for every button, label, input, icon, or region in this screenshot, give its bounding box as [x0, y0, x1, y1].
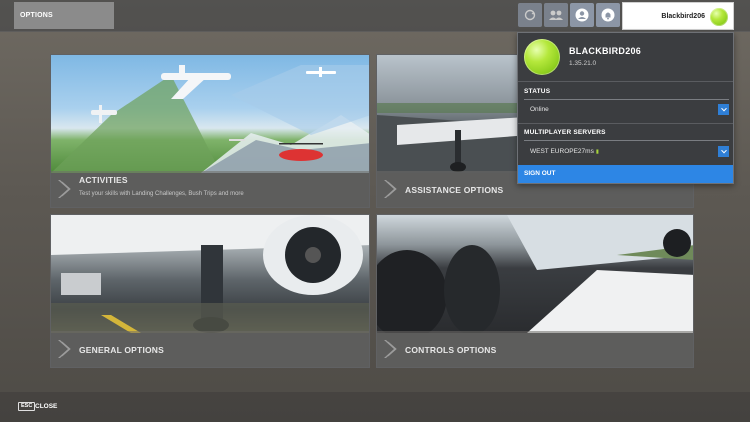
divider: [518, 123, 733, 124]
controls-options-card[interactable]: CONTROLS OPTIONS: [376, 214, 694, 368]
esc-key-icon: ESC: [18, 402, 36, 411]
avatar: [710, 8, 728, 26]
general-image: [51, 215, 369, 333]
assistance-label: ASSISTANCE OPTIONS: [405, 185, 504, 195]
chevron-down-icon[interactable]: [718, 146, 729, 157]
activities-description: Test your skills with Landing Challenges…: [79, 191, 244, 197]
page-title: OPTIONS: [14, 2, 114, 29]
close-button[interactable]: CLOSE: [35, 402, 57, 411]
user-name: Blackbird206: [661, 13, 705, 20]
server-value: WEST EUROPE27ms ▮: [530, 144, 599, 160]
refresh-icon[interactable]: [518, 3, 542, 27]
activities-image: [51, 55, 369, 173]
chevron-right-icon: [384, 180, 397, 198]
panel-avatar: [524, 39, 560, 75]
divider: [518, 81, 733, 82]
profile-glyph: [575, 8, 589, 22]
status-dropdown[interactable]: Online: [524, 102, 729, 117]
user-profile-button[interactable]: Blackbird206: [622, 2, 734, 30]
status-heading: STATUS: [524, 88, 551, 95]
server-name: WEST EUROPE: [530, 148, 578, 155]
chevron-right-icon: [384, 340, 397, 358]
divider: [524, 99, 729, 100]
sign-out-button[interactable]: SIGN OUT: [518, 165, 733, 183]
app-version: 1.35.21.0: [569, 60, 597, 67]
chevron-right-icon: [58, 340, 71, 358]
bell-glyph: [601, 8, 615, 22]
controls-image: [377, 215, 693, 340]
multiplayer-servers-heading: MULTIPLAYER SERVERS: [524, 129, 606, 136]
friends-glyph: [549, 10, 563, 20]
status-value: Online: [530, 106, 549, 113]
notifications-icon[interactable]: [596, 3, 620, 27]
general-label: GENERAL OPTIONS: [79, 345, 165, 355]
activities-card[interactable]: ACTIVITIES Test your skills with Landing…: [50, 54, 370, 208]
top-bar: OPTIONS Blackbird206: [0, 0, 750, 32]
chevron-right-icon: [58, 180, 71, 198]
activities-label: ACTIVITIES: [79, 175, 128, 185]
divider: [524, 140, 729, 141]
refresh-glyph: [524, 9, 536, 21]
airliner-engine-scene: [51, 215, 369, 333]
aircraft-collage: [51, 65, 369, 173]
server-dropdown[interactable]: WEST EUROPE27ms ▮: [524, 144, 729, 159]
chevron-down-icon[interactable]: [718, 104, 729, 115]
signal-icon: ▮: [595, 149, 599, 155]
server-ping: 27ms: [577, 148, 594, 155]
profile-icon[interactable]: [570, 3, 594, 27]
panel-user-name: BLACKBIRD206: [569, 46, 642, 56]
controls-label: CONTROLS OPTIONS: [405, 345, 497, 355]
profile-panel: BLACKBIRD206 1.35.21.0 STATUS Online MUL…: [517, 32, 734, 184]
bottom-bar: [0, 392, 750, 422]
cockpit-scene: [377, 215, 693, 340]
friends-icon[interactable]: [544, 3, 568, 27]
general-options-card[interactable]: GENERAL OPTIONS: [50, 214, 370, 368]
